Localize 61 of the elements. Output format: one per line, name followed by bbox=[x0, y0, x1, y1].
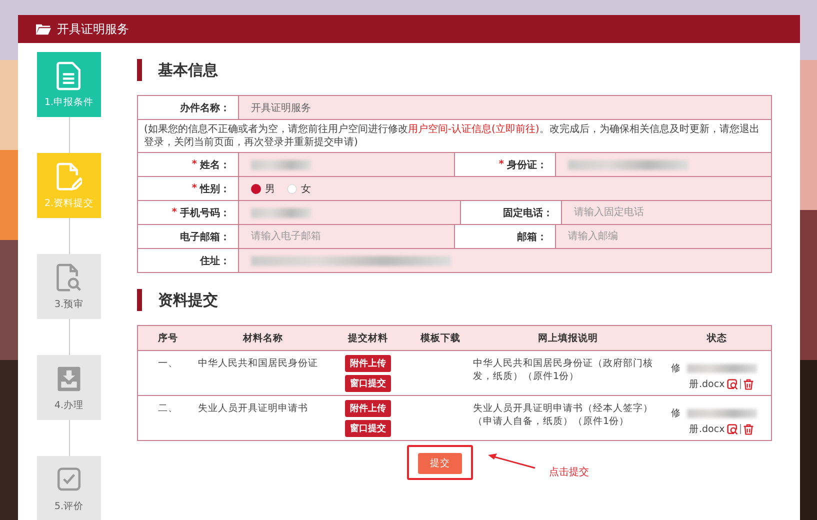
material-button[interactable]: 附件上传 bbox=[345, 354, 391, 372]
radio-option[interactable]: 男 bbox=[251, 182, 275, 196]
section-heading: 基本信息 bbox=[137, 59, 772, 81]
document-search-icon bbox=[56, 262, 82, 292]
file-name: 修 bbox=[671, 406, 681, 420]
input-field[interactable]: 请输入电子邮箱 bbox=[239, 225, 454, 248]
submit-button[interactable]: 提交 bbox=[418, 453, 462, 474]
table-cell-text: 失业人员开具证明申请书（经本人签字）（申请人自备，纸质）（原件1份） bbox=[473, 402, 654, 428]
column-header: 状态 bbox=[706, 332, 728, 346]
field-label-text: 电子邮箱： bbox=[180, 230, 230, 244]
delete-icon[interactable] bbox=[742, 378, 754, 390]
redacted-value bbox=[687, 408, 757, 418]
annotation-text: 点击提交 bbox=[549, 466, 589, 479]
redacted-value bbox=[251, 208, 311, 218]
redacted-value bbox=[687, 364, 757, 372]
required-mark: * bbox=[192, 159, 197, 170]
material-button[interactable]: 窗口提交 bbox=[345, 374, 391, 392]
column-header: 网上填报说明 bbox=[537, 332, 599, 346]
radio-option[interactable]: 女 bbox=[287, 182, 311, 196]
field-label-text: 手机号码： bbox=[180, 206, 230, 220]
table-cell: 二、 bbox=[158, 402, 178, 415]
field-label-text: 性别： bbox=[200, 182, 230, 196]
column-header: 序号 bbox=[157, 332, 179, 346]
document-pencil-icon bbox=[56, 162, 82, 192]
field-label-text: 姓名： bbox=[200, 158, 230, 172]
document-icon bbox=[56, 60, 82, 90]
file-name: 修 bbox=[671, 362, 681, 374]
material-button[interactable]: 附件上传 bbox=[345, 400, 391, 416]
required-mark: * bbox=[498, 159, 504, 170]
redacted-value bbox=[251, 160, 311, 170]
column-header: 模板下载 bbox=[419, 332, 462, 346]
field-label-text: 固定电话： bbox=[503, 206, 553, 220]
step-tab[interactable]: 5.评价 bbox=[37, 456, 101, 520]
table-cell: 中华人民共和国居民身份证 bbox=[198, 357, 318, 370]
required-mark: * bbox=[172, 207, 177, 218]
page-title: 开具证明服务 bbox=[57, 20, 129, 38]
preview-icon[interactable] bbox=[726, 424, 738, 434]
input-field[interactable]: 请输入固定电话 bbox=[562, 201, 771, 224]
arrow-icon bbox=[487, 453, 537, 469]
folder-icon bbox=[36, 23, 51, 35]
field-label-text: 身份证： bbox=[507, 158, 547, 172]
step-tab[interactable]: 3.预审 bbox=[37, 254, 101, 319]
table-cell: 失业人员开具证明申请书 bbox=[198, 402, 308, 415]
input-field[interactable]: 请输入邮编 bbox=[556, 225, 771, 248]
material-button[interactable]: 窗口提交 bbox=[345, 420, 391, 436]
step-tab[interactable]: 4.办理 bbox=[37, 355, 101, 420]
profile-link[interactable]: 用户空间-认证信息(立即前往) bbox=[408, 124, 540, 135]
notice-text: (如果您的信息不正确或者为空，请您前往用户空间进行修改用户空间-认证信息(立即前往)。改完成后，为确保相关信息及时更新，请您退出登录，关闭当前页面，再次登录并重新提交申请) bbox=[143, 122, 760, 150]
table-cell-text: 中华人民共和国居民身份证（政府部门核发，纸质）（原件1份） bbox=[473, 357, 654, 383]
field-label-text: 住址： bbox=[200, 254, 230, 268]
delete-icon[interactable] bbox=[742, 424, 754, 434]
section-heading: 资料提交 bbox=[137, 289, 772, 311]
file-name: 册.docx bbox=[689, 422, 725, 436]
column-header: 材料名称 bbox=[242, 332, 284, 346]
column-header: 提交材料 bbox=[346, 332, 389, 346]
preview-icon[interactable] bbox=[726, 378, 738, 390]
file-name: 册.docx bbox=[689, 378, 725, 390]
required-mark: * bbox=[192, 183, 197, 194]
field-label-text: 邮箱： bbox=[517, 230, 547, 244]
field-value: 开具证明服务 bbox=[239, 96, 771, 119]
table-cell: 一、 bbox=[158, 357, 178, 370]
